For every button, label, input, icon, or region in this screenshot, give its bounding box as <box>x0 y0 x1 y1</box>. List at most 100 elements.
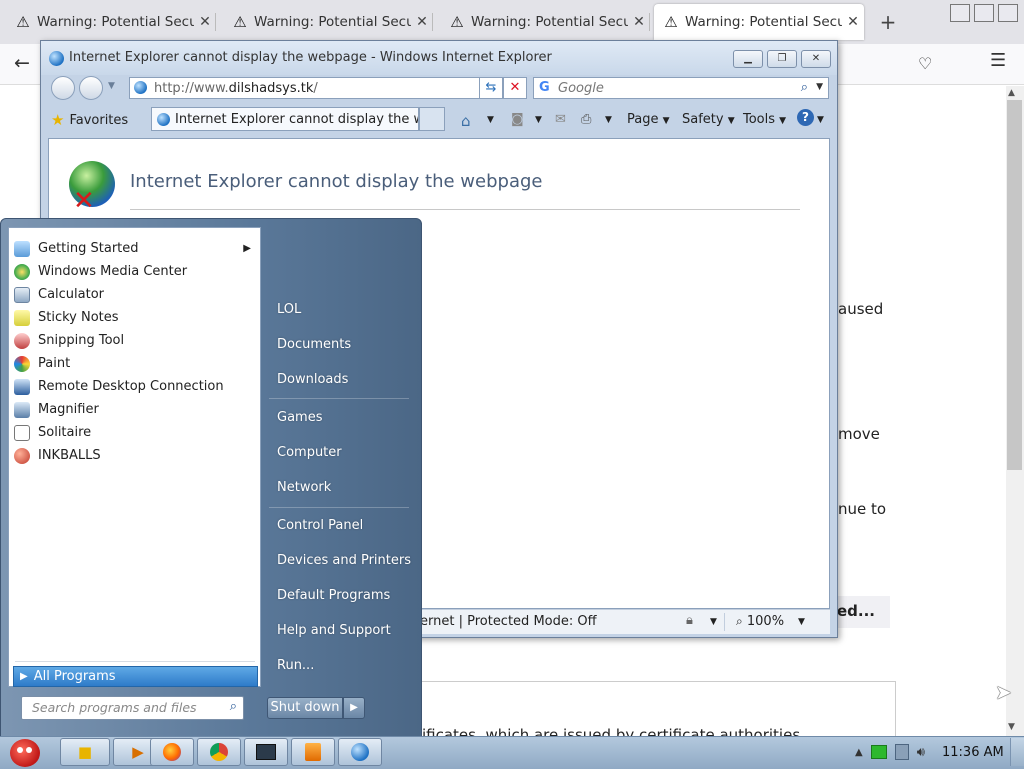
battery-icon[interactable] <box>870 745 887 759</box>
page-menu-label: Page <box>627 112 659 127</box>
stop-icon[interactable]: ✕ <box>503 77 527 99</box>
ie-close-button[interactable]: ✕ <box>801 50 831 68</box>
start-item-control-panel[interactable]: Control Panel <box>277 518 363 533</box>
scroll-down-icon[interactable]: ▼ <box>1008 722 1015 732</box>
ie-address-bar[interactable]: http://www.dilshadsys.tk/ ▼ <box>129 77 519 99</box>
zoom-level[interactable]: ⌕ 100% <box>736 614 784 629</box>
start-item-documents[interactable]: Documents <box>277 337 351 352</box>
network-icon[interactable] <box>894 744 909 760</box>
recent-pages-dropdown-icon[interactable]: ▼ <box>108 81 115 91</box>
hamburger-menu-icon[interactable]: ☰ <box>990 50 1006 71</box>
all-programs-button[interactable]: ▶ All Programs <box>13 666 258 687</box>
app-icon[interactable] <box>291 738 335 766</box>
protected-mode-icon[interactable]: 🔒︎ <box>686 613 693 628</box>
program-magnifier[interactable]: Magnifier <box>9 398 260 421</box>
program-calculator[interactable]: Calculator <box>9 283 260 306</box>
start-item-run[interactable]: Run... <box>277 658 314 673</box>
close-tab-icon[interactable]: ✕ <box>628 14 650 30</box>
start-item-network[interactable]: Network <box>277 480 331 495</box>
feeds-dropdown-icon[interactable]: ▼ <box>535 115 542 125</box>
close-tab-icon[interactable]: ✕ <box>411 14 433 30</box>
internet-explorer-icon <box>49 51 64 66</box>
search-icon[interactable]: ⌕ <box>230 699 237 714</box>
help-dropdown-icon[interactable]: ▼ <box>817 115 824 125</box>
start-search-input[interactable]: Search programs and files ⌕ <box>21 696 244 720</box>
ie-search-box[interactable]: G Google ⌕ ▼ <box>533 77 829 99</box>
ie-back-button[interactable] <box>51 76 75 100</box>
new-tab-icon[interactable]: + <box>876 8 900 36</box>
shutdown-button[interactable]: Shut down <box>267 697 343 719</box>
ie-tab[interactable]: Internet Explorer cannot display the we.… <box>151 107 419 131</box>
firefox-tab[interactable]: ⚠ Warning: Potential Security Risk Ahead… <box>223 4 433 40</box>
back-arrow-icon[interactable]: ← <box>14 52 30 74</box>
paint-icon <box>14 355 30 372</box>
restore-button[interactable] <box>974 4 994 22</box>
program-paint[interactable]: Paint <box>9 352 260 375</box>
ie-forward-button[interactable] <box>79 76 103 100</box>
page-menu[interactable]: Page ▼ <box>627 112 670 127</box>
scrollbar-thumb[interactable] <box>1007 100 1022 470</box>
show-desktop-button[interactable] <box>1010 738 1024 766</box>
start-button[interactable] <box>4 733 48 769</box>
internet-explorer-icon[interactable] <box>338 738 382 766</box>
angry-bird-eye-icon <box>26 747 32 753</box>
program-solitaire[interactable]: Solitaire <box>9 421 260 444</box>
tools-menu[interactable]: Tools ▼ <box>743 112 786 127</box>
refresh-icon[interactable]: ⇆ <box>479 77 503 99</box>
explorer-icon[interactable]: ■ <box>60 738 110 766</box>
zoom-dropdown-icon[interactable]: ▼ <box>798 617 805 627</box>
program-snipping-tool[interactable]: Snipping Tool <box>9 329 260 352</box>
program-getting-started[interactable]: Getting Started ▶ <box>9 237 260 260</box>
ie-minimize-button[interactable]: ▁ <box>733 50 763 68</box>
close-tab-icon[interactable]: ✕ <box>194 14 216 30</box>
feeds-icon[interactable]: ◙ <box>511 112 524 127</box>
close-tab-icon[interactable]: ✕ <box>842 14 864 30</box>
search-icon[interactable]: ⌕ <box>801 80 808 95</box>
ie-window-title: Internet Explorer cannot display the web… <box>69 50 552 65</box>
start-item-devices-and-printers[interactable]: Devices and Printers <box>277 553 411 568</box>
chevron-down-icon: ▼ <box>662 116 670 126</box>
sticky-notes-icon <box>14 309 30 326</box>
terminal-icon[interactable] <box>244 738 288 766</box>
program-label: Getting Started <box>38 241 139 256</box>
search-options-dropdown-icon[interactable]: ▼ <box>816 82 823 92</box>
taskbar-clock[interactable]: 11:36 AM <box>942 745 1004 760</box>
scroll-up-icon[interactable]: ▲ <box>1008 88 1015 98</box>
firefox-tab[interactable]: ⚠ Warning: Potential Security Risk Ahead… <box>440 4 650 40</box>
start-item-computer[interactable]: Computer <box>277 445 342 460</box>
start-item-default-programs[interactable]: Default Programs <box>277 588 390 603</box>
shutdown-options-arrow-icon[interactable]: ▶ <box>343 697 365 719</box>
ie-new-tab-button[interactable] <box>419 107 445 131</box>
pocket-icon[interactable]: ♡ <box>918 54 932 73</box>
mail-icon[interactable]: ✉ <box>555 112 566 127</box>
warning-icon: ⚠ <box>233 13 247 31</box>
show-hidden-icons-icon[interactable]: ▲ <box>855 747 863 758</box>
favorites-button[interactable]: ★ Favorites <box>51 109 128 131</box>
close-window-button[interactable] <box>998 4 1018 22</box>
start-item-games[interactable]: Games <box>277 410 322 425</box>
start-item-downloads[interactable]: Downloads <box>277 372 348 387</box>
program-sticky-notes[interactable]: Sticky Notes <box>9 306 260 329</box>
program-label: Solitaire <box>38 425 92 440</box>
chrome-icon[interactable] <box>197 738 241 766</box>
protected-mode-dropdown-icon[interactable]: ▼ <box>710 617 717 627</box>
home-dropdown-icon[interactable]: ▼ <box>487 115 494 125</box>
firefox-icon[interactable] <box>150 738 194 766</box>
ie-restore-button[interactable]: ❐ <box>767 50 797 68</box>
print-dropdown-icon[interactable]: ▼ <box>605 115 612 125</box>
start-item-lol[interactable]: LOL <box>277 302 301 317</box>
home-icon[interactable]: ⌂ <box>461 112 471 130</box>
program-remote-desktop-connection[interactable]: Remote Desktop Connection <box>9 375 260 398</box>
firefox-tab[interactable]: ⚠ Warning: Potential Security Risk Ahead… <box>6 4 216 40</box>
program-inkballs[interactable]: INKBALLS <box>9 444 260 467</box>
print-icon[interactable]: ⎙ <box>581 112 591 127</box>
help-icon[interactable]: ? <box>797 109 814 126</box>
firefox-tab-active[interactable]: ⚠ Warning: Potential Security Risk Ahead… <box>654 4 864 40</box>
minimize-button[interactable] <box>950 4 970 22</box>
volume-icon[interactable]: 🔊︎ <box>917 745 925 760</box>
start-item-help-and-support[interactable]: Help and Support <box>277 623 391 638</box>
program-windows-media-center[interactable]: Windows Media Center <box>9 260 260 283</box>
safety-menu[interactable]: Safety ▼ <box>682 112 735 127</box>
ie-address-text[interactable]: http://www.dilshadsys.tk/ <box>154 81 318 96</box>
background-text: move <box>838 425 880 443</box>
